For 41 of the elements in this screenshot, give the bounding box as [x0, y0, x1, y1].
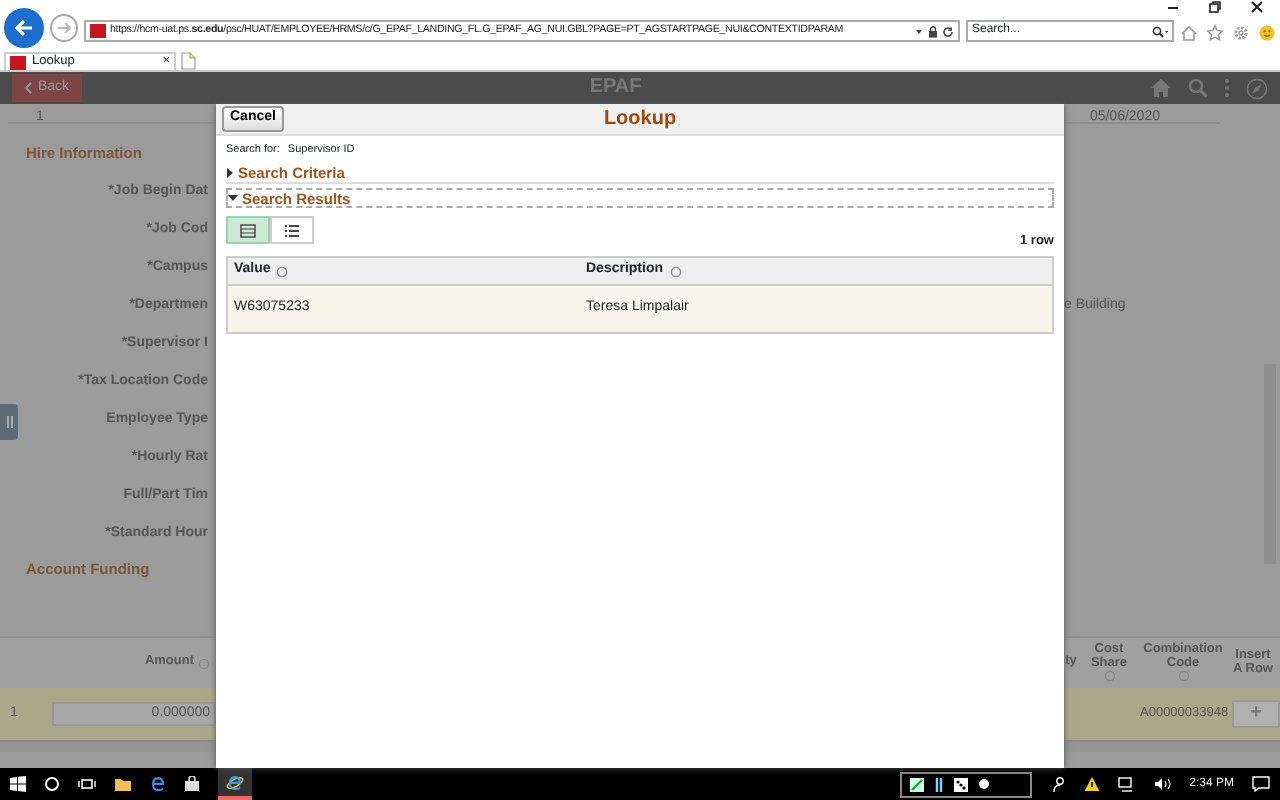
site-icon	[90, 24, 106, 38]
lock-icon	[928, 25, 938, 37]
pause-icon[interactable]	[933, 777, 944, 791]
search-icon[interactable]	[1152, 25, 1168, 37]
volume-icon[interactable]	[1153, 776, 1172, 792]
dialog-title: Lookup	[603, 106, 677, 134]
grid-view-button[interactable]	[226, 216, 270, 245]
task-view-icon[interactable]	[78, 776, 96, 792]
sort-icon[interactable]	[669, 265, 682, 277]
settings-icon[interactable]	[1232, 24, 1250, 42]
restore-icon[interactable]	[1208, 0, 1222, 14]
dot-icon[interactable]	[977, 778, 990, 790]
grid-icon	[240, 223, 256, 238]
e-logo-icon[interactable]	[226, 773, 244, 791]
search-circle-icon[interactable]	[44, 776, 60, 792]
star-icon[interactable]	[1206, 24, 1224, 42]
refresh-icon[interactable]	[942, 25, 954, 37]
sort-icon[interactable]	[276, 265, 289, 277]
dice-icon[interactable]	[953, 777, 968, 791]
windows-logo-icon[interactable]	[10, 776, 26, 792]
list-view-button[interactable]	[270, 216, 314, 245]
home-icon[interactable]	[1180, 24, 1198, 42]
folder-icon[interactable]	[114, 776, 132, 792]
list-icon	[284, 223, 300, 238]
caret-down-icon	[228, 194, 238, 203]
close-icon[interactable]	[1250, 0, 1264, 14]
arrow-right-icon	[56, 20, 72, 36]
warning-icon[interactable]	[1083, 776, 1100, 792]
arrow-left-icon	[14, 18, 34, 38]
chevron-left-icon	[24, 82, 32, 94]
panel-handle[interactable]	[0, 404, 18, 440]
back-button[interactable]	[4, 8, 44, 48]
site-icon	[10, 55, 26, 69]
notification-icon[interactable]	[1252, 776, 1270, 792]
e-logo-icon[interactable]	[150, 776, 166, 792]
smiley-icon[interactable]	[1258, 24, 1276, 42]
pause-icon	[5, 416, 13, 428]
app-icon[interactable]	[909, 777, 924, 791]
dropdown-icon[interactable]	[914, 26, 924, 36]
shopping-bag-icon[interactable]	[184, 776, 200, 792]
caret-right-icon	[226, 167, 234, 178]
